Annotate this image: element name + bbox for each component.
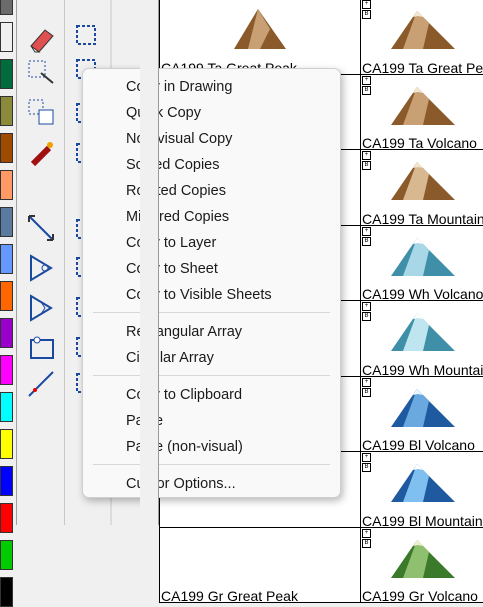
menu-separator [93,375,330,376]
toolbar-column-1 [17,0,65,525]
symbol-label: CA199 Ta Volcano [362,135,477,150]
color-swatch[interactable] [0,207,13,237]
symbol-cell-flags: + B [362,151,371,170]
menu-item[interactable]: Quick Copy [126,104,201,122]
symbol-label: CA199 Wh Volcano [362,286,483,301]
color-palette [0,0,17,607]
move-copy-icon[interactable] [23,94,59,130]
mountain-symbol-icon [391,11,455,49]
color-swatch[interactable] [0,0,13,15]
color-swatch[interactable] [0,59,13,89]
symbol-cell-flags: + B [362,0,371,19]
catalog-left-column [140,0,159,525]
color-swatch[interactable] [0,281,13,311]
eraser-icon[interactable] [23,22,59,58]
color-swatch[interactable] [0,392,13,422]
color-swatch[interactable] [0,96,13,126]
stretch-icon[interactable] [23,210,59,246]
symbol-cell[interactable]: + B CA199 Bl Mountain [360,451,483,528]
line-icon[interactable] [23,366,59,402]
mountain-symbol-icon [391,237,455,276]
menu-separator [93,312,330,313]
symbol-label: CA199 Bl Volcano [362,437,475,452]
symbol-label: CA199 Ta Mountain [362,210,483,226]
fill-color-icon[interactable] [69,18,105,54]
symbol-cell[interactable]: + B CA199 Gr Volcano [360,526,483,603]
color-swatch[interactable] [0,22,13,52]
extend-icon[interactable] [23,290,59,326]
symbol-cell[interactable]: + B CA199 Bl Volcano [360,375,483,452]
symbol-cell[interactable]: + B CA199 Ta Mountain [360,149,483,226]
explode-icon[interactable] [23,136,59,172]
symbol-cell-flags: + B [362,453,371,472]
mountain-symbol-icon [391,539,455,578]
mountain-symbol-icon [234,9,286,49]
symbol-cell[interactable]: + B CA199 Wh Mountain [360,300,483,377]
mountain-symbol-icon [391,464,455,502]
color-swatch[interactable] [0,170,13,200]
symbol-label: CA199 Ta Great Peak [362,59,483,75]
symbol-cell[interactable]: +B CA199 Ta Great Peak [360,0,483,75]
symbol-label: CA199 Bl Mountain [362,512,483,528]
trim-icon[interactable] [23,250,59,286]
symbol-cell[interactable]: CA199 Gr Great Peak [159,526,361,603]
color-swatch[interactable] [0,540,13,570]
color-swatch[interactable] [0,577,13,607]
symbol-cell-flags: + B [362,302,371,321]
mountain-symbol-icon [391,86,455,125]
color-swatch[interactable] [0,133,13,163]
mountain-symbol-icon [391,313,455,351]
symbol-cell-flags: + B [362,377,371,397]
symbol-label: CA199 Gr Volcano [362,588,478,603]
color-swatch[interactable] [0,355,13,385]
mountain-symbol-icon [391,388,455,427]
symbol-cell[interactable]: + B CA199 Wh Volcano [360,224,483,301]
copy-context-menu: Copy in Drawing Quick Copy Non-visual Copy… [82,68,341,498]
color-swatch[interactable] [0,429,13,459]
symbol-cell[interactable]: CA199 Ta Great Peak [159,0,361,75]
symbol-cell-flags: + B [362,226,371,246]
select-box-icon[interactable] [23,55,59,91]
symbol-label: CA199 Gr Great Peak [161,588,298,603]
color-swatch[interactable] [0,244,13,274]
color-swatch[interactable] [0,466,13,496]
symbol-cell-flags: + B [362,75,371,95]
menu-separator [93,464,330,465]
mountain-symbol-icon [391,162,455,200]
symbol-cell-flags: + B [362,528,371,548]
color-swatch[interactable] [0,503,13,533]
symbol-label: CA199 Wh Mountain [362,361,483,377]
color-swatch[interactable] [0,318,13,348]
symbol-cell[interactable]: + B CA199 Ta Volcano [360,73,483,150]
fillet-icon[interactable] [23,330,59,366]
